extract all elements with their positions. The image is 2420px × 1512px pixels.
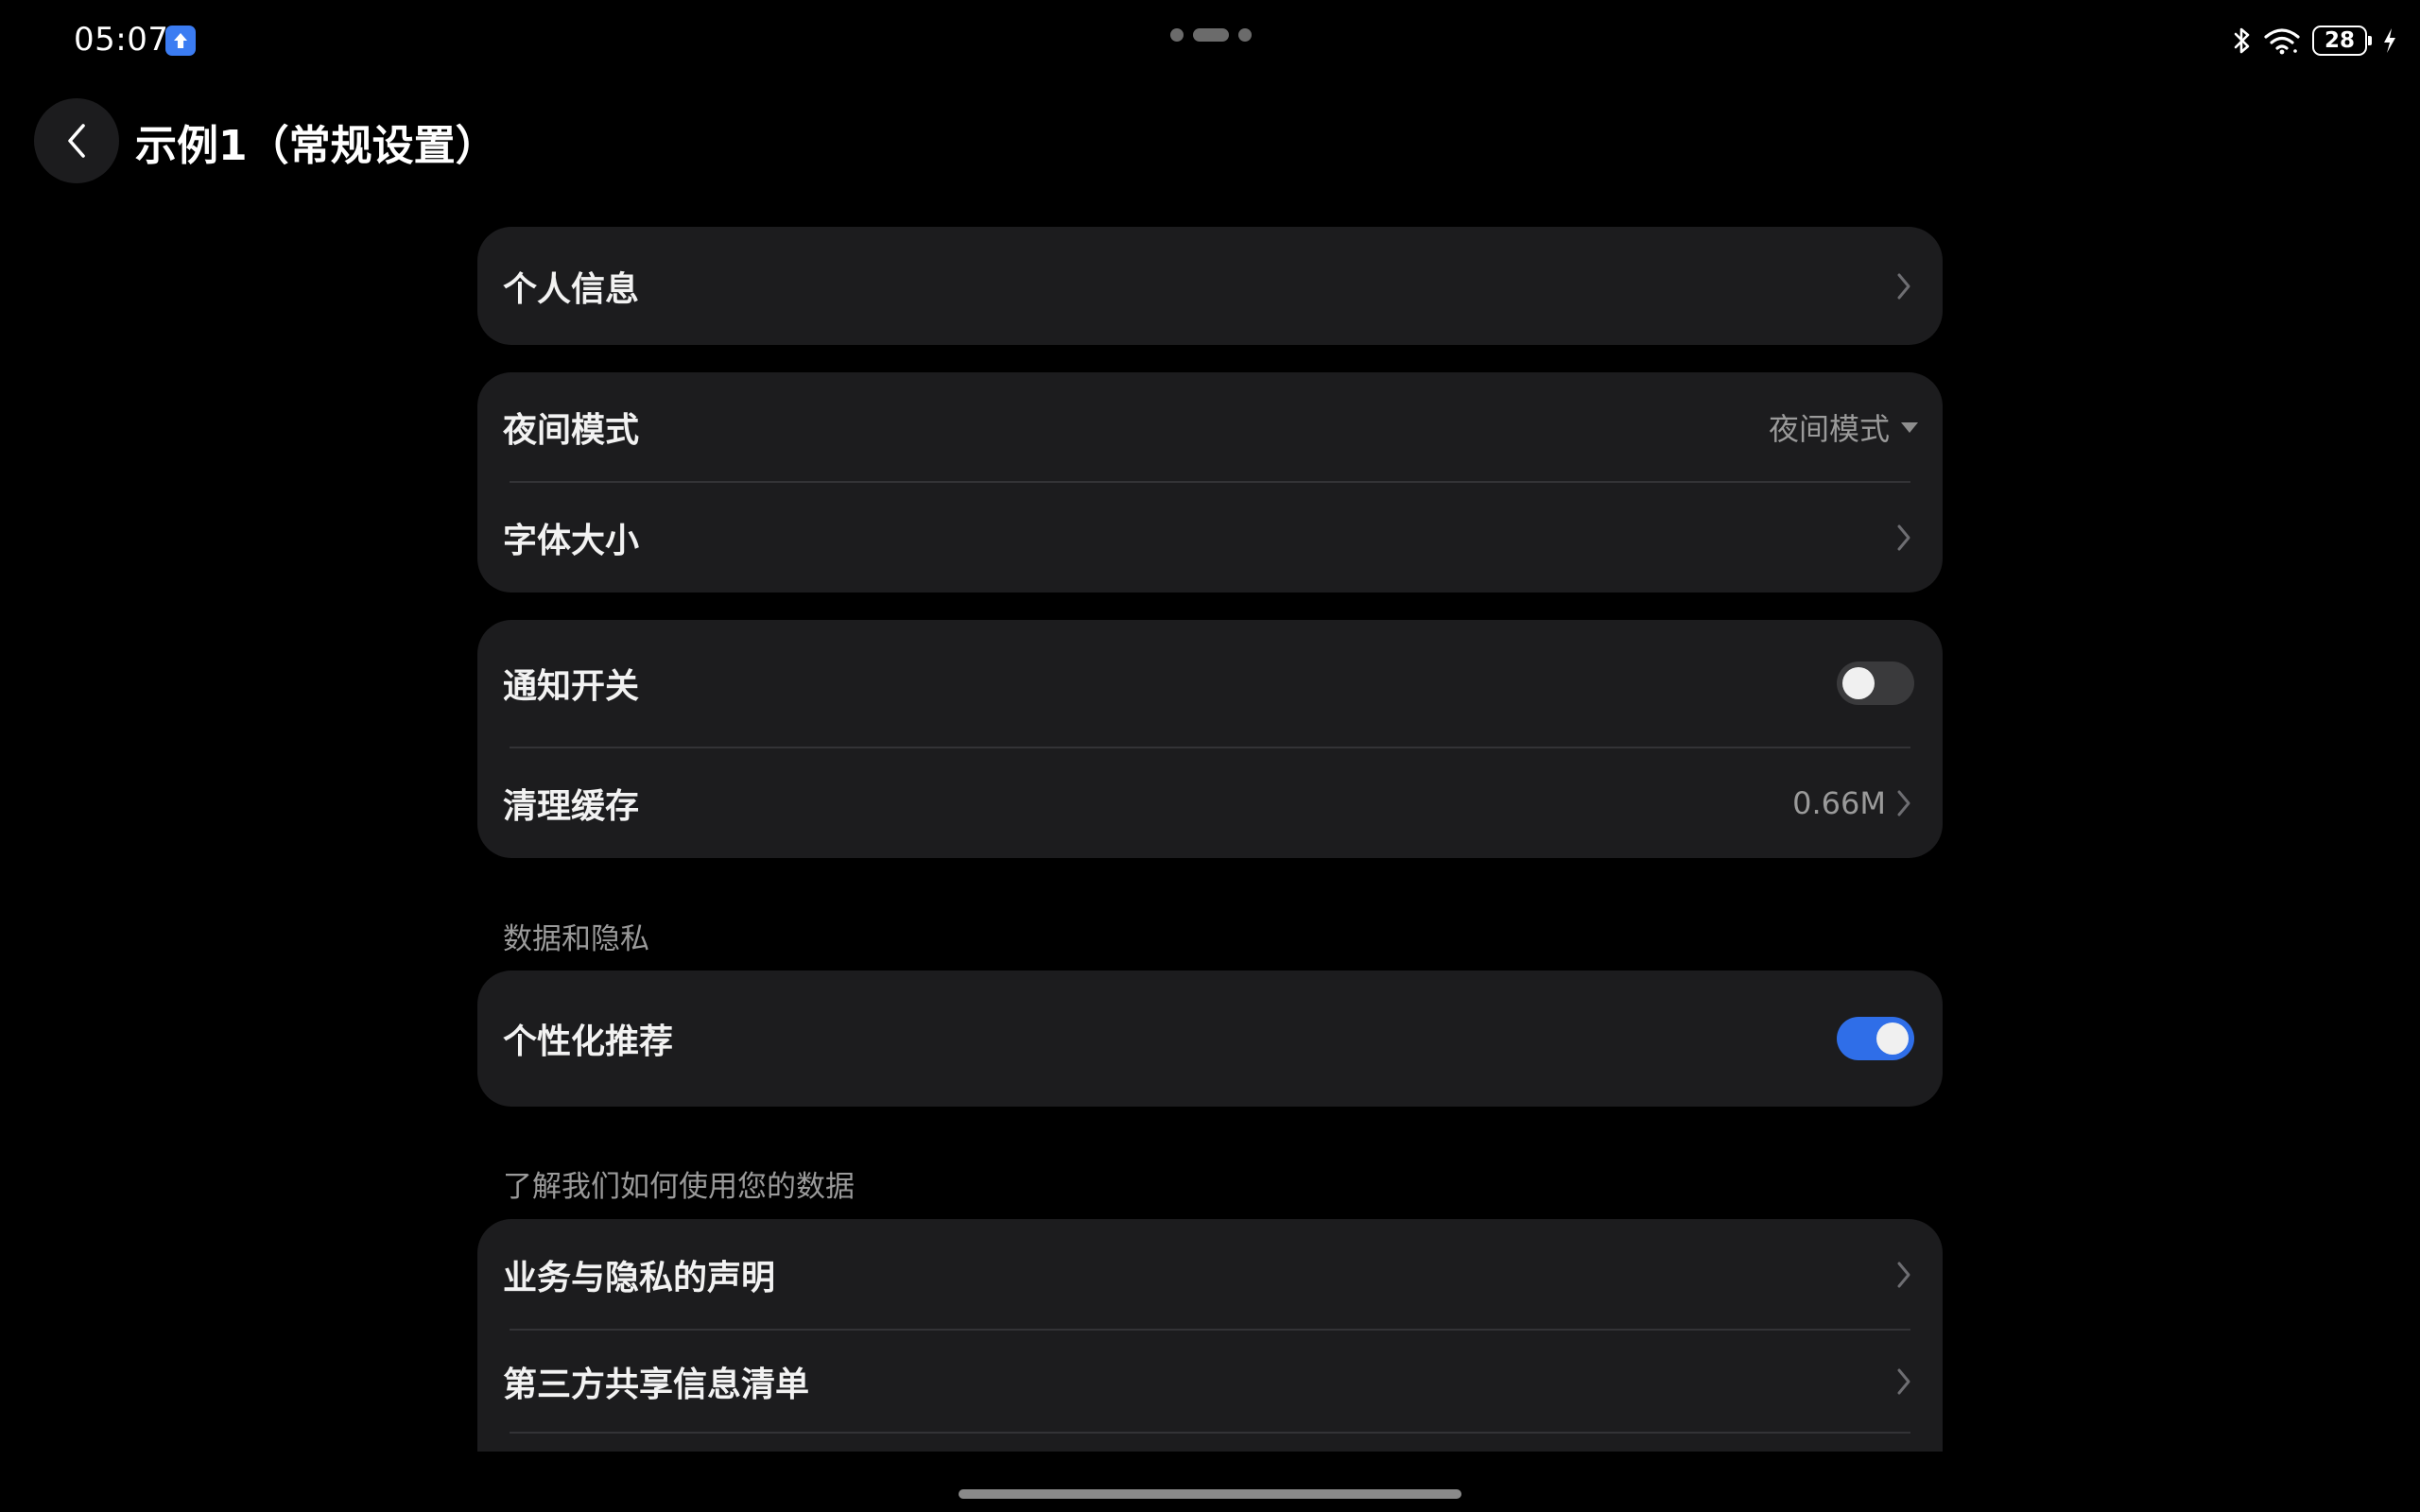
personal-info-label: 个人信息 [503, 269, 640, 309]
chevron-left-icon [68, 124, 85, 158]
night-mode-value[interactable]: 夜间模式 [1769, 405, 1890, 449]
page-title: 示例1（常规设置） [135, 122, 497, 170]
chevron-right-icon [1893, 1258, 1914, 1292]
charging-icon [2384, 28, 2395, 53]
bluetooth-icon [2234, 27, 2250, 54]
display-card: 夜间模式 夜间模式 字体大小 [477, 372, 1943, 593]
notification-label: 通知开关 [503, 667, 640, 706]
personal-info-row[interactable]: 个人信息 [477, 227, 1943, 345]
window-dot-right [1238, 28, 1252, 42]
section-title-data-privacy: 数据和隐私 [503, 922, 649, 956]
cache-size-value: 0.66M [1792, 784, 1886, 821]
section-title-data-usage: 了解我们如何使用您的数据 [503, 1170, 855, 1204]
back-button[interactable] [34, 98, 119, 183]
third-party-sharing-row[interactable]: 第三方共享信息清单 [477, 1330, 1943, 1433]
toggle-knob [1842, 667, 1875, 699]
home-indicator[interactable] [959, 1489, 1461, 1499]
chevron-right-icon [1893, 1365, 1914, 1399]
dropdown-caret-icon [1901, 421, 1918, 433]
status-icons: 28 [2221, 21, 2397, 60]
data-usage-card: 业务与隐私的声明 第三方共享信息清单 [477, 1219, 1943, 1488]
battery-level: 28 [2324, 28, 2355, 53]
notification-row: 通知开关 [477, 620, 1943, 747]
privacy-card: 个性化推荐 [477, 971, 1943, 1107]
third-party-sharing-label: 第三方共享信息清单 [503, 1365, 810, 1404]
font-size-label: 字体大小 [503, 521, 640, 560]
notification-toggle[interactable] [1837, 662, 1914, 705]
personalized-recommendation-toggle[interactable] [1837, 1017, 1914, 1060]
chevron-right-icon [1893, 786, 1914, 820]
status-time: 05:07 [74, 21, 169, 59]
chevron-right-icon [1893, 269, 1914, 303]
clear-cache-row[interactable]: 清理缓存 0.66M [477, 747, 1943, 858]
profile-card: 个人信息 [477, 227, 1943, 345]
font-size-row[interactable]: 字体大小 [477, 482, 1943, 593]
night-mode-row[interactable]: 夜间模式 夜间模式 [477, 372, 1943, 482]
personalized-recommendation-row: 个性化推荐 [477, 971, 1943, 1107]
night-mode-label: 夜间模式 [503, 411, 640, 450]
divider [510, 1432, 1910, 1434]
window-control-handle[interactable] [1170, 26, 1253, 43]
privacy-statement-row[interactable]: 业务与隐私的声明 [477, 1219, 1943, 1330]
app-upload-icon [165, 26, 196, 56]
settings-screen: 05:07 28 示例1（常规设置） 个人信息 夜间模式 夜间模式 字体大小 通… [0, 0, 2420, 1512]
clear-cache-label: 清理缓存 [503, 786, 640, 826]
wifi-icon [2264, 28, 2300, 55]
window-pill-center [1193, 28, 1229, 42]
personalized-recommendation-label: 个性化推荐 [503, 1022, 674, 1061]
battery-icon: 28 [2312, 26, 2372, 56]
privacy-statement-label: 业务与隐私的声明 [503, 1258, 776, 1297]
bottom-bar [0, 1452, 2420, 1512]
general-card: 通知开关 清理缓存 0.66M [477, 620, 1943, 858]
chevron-right-icon [1893, 521, 1914, 555]
toggle-knob [1876, 1022, 1909, 1055]
window-dot-left [1170, 28, 1184, 42]
